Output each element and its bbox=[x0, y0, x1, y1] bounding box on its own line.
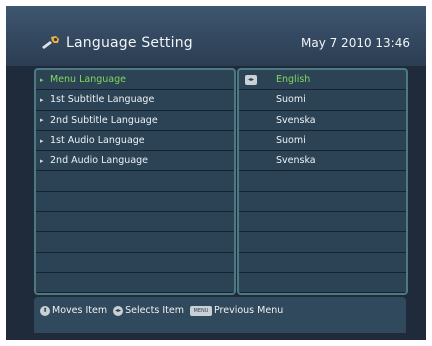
date-time: May 7 2010 13:46 bbox=[300, 36, 410, 50]
up-down-key-icon: ⬍ bbox=[40, 305, 50, 316]
empty-row bbox=[36, 212, 234, 233]
value-row[interactable]: Suomi bbox=[239, 131, 406, 152]
setting-row[interactable]: ▸ 2nd Audio Language bbox=[36, 151, 234, 172]
value-row[interactable]: ◂▸ English bbox=[239, 70, 406, 91]
setting-value: Suomi bbox=[276, 135, 306, 147]
setting-row[interactable]: ▸ 1st Subtitle Language bbox=[36, 90, 234, 111]
value-row[interactable]: Svenska bbox=[239, 111, 406, 131]
value-row[interactable]: Svenska bbox=[239, 151, 406, 172]
empty-row bbox=[239, 192, 406, 213]
empty-row bbox=[239, 232, 406, 253]
setting-value: Suomi bbox=[276, 94, 306, 106]
title-row: Language Setting bbox=[40, 32, 193, 54]
wrench-icon bbox=[42, 36, 59, 49]
setting-label: 1st Audio Language bbox=[50, 135, 145, 147]
value-row[interactable]: Suomi bbox=[239, 90, 406, 111]
setting-row[interactable]: ▸ 2nd Subtitle Language bbox=[36, 111, 234, 131]
chevron-right-icon: ▸ bbox=[40, 75, 44, 84]
empty-row bbox=[239, 212, 406, 233]
setting-label: Menu Language bbox=[50, 74, 126, 86]
empty-row bbox=[36, 273, 234, 293]
chevron-right-icon: ▸ bbox=[40, 95, 44, 104]
settings-list: ▸ Menu Language ▸ 1st Subtitle Language ▸ 2nd… bbox=[34, 68, 236, 295]
header-bar: Language Setting May 7 2010 13:46 bbox=[6, 6, 426, 66]
empty-row bbox=[36, 253, 234, 273]
setting-label: 2nd Subtitle Language bbox=[50, 114, 158, 126]
help-row: ⬍ Moves Item ◂▸ Selects Item MENU Previo… bbox=[40, 305, 289, 316]
setting-label: 1st Subtitle Language bbox=[50, 94, 155, 106]
left-right-selector-icon[interactable]: ◂▸ bbox=[245, 74, 257, 85]
setting-label: 2nd Audio Language bbox=[50, 155, 149, 167]
empty-row bbox=[36, 192, 234, 213]
chevron-right-icon: ▸ bbox=[40, 156, 44, 165]
chevron-right-icon: ▸ bbox=[40, 116, 44, 125]
chevron-right-icon: ▸ bbox=[40, 136, 44, 145]
setting-value: English bbox=[276, 74, 311, 86]
setting-value: Svenska bbox=[276, 155, 316, 167]
help-selects: Selects Item bbox=[125, 305, 184, 316]
help-bar: ⬍ Moves Item ◂▸ Selects Item MENU Previo… bbox=[34, 297, 406, 333]
help-previous: Previous Menu bbox=[213, 305, 284, 316]
setting-row[interactable]: ▸ Menu Language bbox=[36, 70, 234, 91]
help-moves: Moves Item bbox=[52, 305, 108, 316]
empty-row bbox=[36, 171, 234, 192]
page-title: Language Setting bbox=[66, 35, 193, 51]
left-right-key-icon: ◂▸ bbox=[113, 305, 124, 316]
setting-row[interactable]: ▸ 1st Audio Language bbox=[36, 131, 234, 152]
empty-row bbox=[36, 232, 234, 253]
empty-row bbox=[239, 273, 406, 293]
empty-row bbox=[239, 171, 406, 192]
values-list: ◂▸ English Suomi Svenska Suomi Svenska bbox=[237, 68, 408, 295]
menu-key-icon: MENU bbox=[189, 305, 212, 316]
setting-value: Svenska bbox=[276, 114, 316, 126]
tv-screen: Language Setting May 7 2010 13:46 ▸ Menu … bbox=[6, 6, 426, 340]
empty-row bbox=[239, 253, 406, 273]
